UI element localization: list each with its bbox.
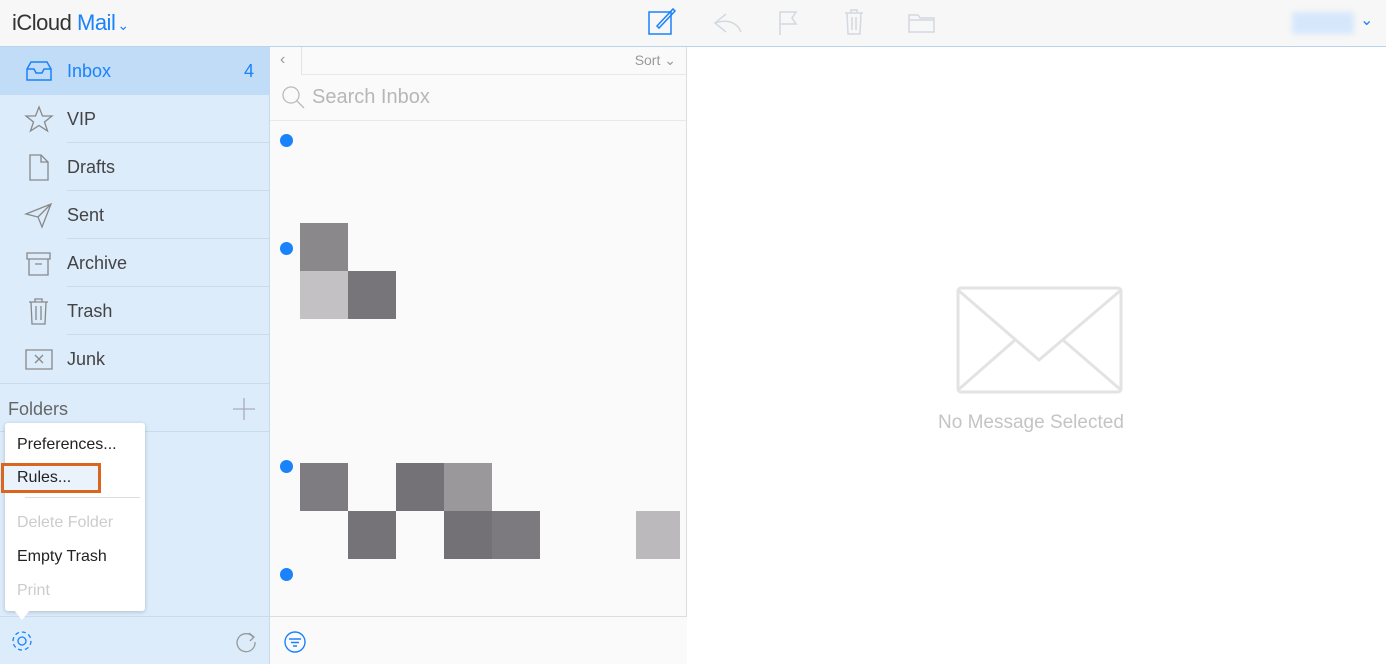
refresh-icon[interactable]	[234, 629, 258, 653]
sidebar-item-junk[interactable]: Junk	[0, 335, 270, 383]
document-icon	[29, 154, 49, 181]
search-icon	[282, 86, 305, 109]
menu-item-print: Print	[17, 582, 50, 599]
message-list: ‹ Sort ⌄	[270, 47, 687, 664]
unread-dot	[280, 134, 293, 147]
unread-dot	[280, 568, 293, 581]
sidebar-item-trash[interactable]: Trash	[0, 287, 270, 335]
add-folder-icon[interactable]	[232, 397, 256, 421]
trash-icon	[29, 298, 48, 325]
collapse-chevron-icon[interactable]: ‹	[280, 51, 285, 69]
folders-heading: Folders	[8, 399, 69, 419]
unread-dot	[280, 242, 293, 255]
flag-icon[interactable]	[776, 9, 800, 37]
no-message-selected: No Message Selected	[938, 412, 1124, 433]
filter-icon[interactable]	[283, 630, 307, 654]
sort-button[interactable]: Sort ⌄	[635, 52, 676, 69]
unread-dot	[280, 460, 293, 473]
menu-item-delete-folder: Delete Folder	[17, 514, 114, 531]
chevron-down-icon[interactable]: ⌄	[1360, 10, 1373, 30]
unread-count: 4	[243, 60, 254, 81]
sidebar-item-archive[interactable]: Archive	[0, 239, 270, 287]
archive-icon	[26, 252, 51, 276]
settings-menu: Preferences... Delete Folder Empty Trash…	[5, 423, 145, 611]
search-input[interactable]: Search Inbox	[312, 86, 430, 109]
sidebar-item-sent[interactable]: Sent	[0, 191, 270, 239]
menu-item-empty-trash[interactable]: Empty Trash	[17, 548, 107, 566]
sidebar-item-drafts[interactable]: Drafts	[0, 143, 270, 191]
reply-icon[interactable]	[712, 10, 744, 36]
app-title[interactable]: iCloud Mail ⌄	[12, 10, 129, 36]
menu-item-preferences[interactable]: Preferences...	[17, 436, 117, 454]
folder-icon[interactable]	[907, 11, 937, 35]
chevron-down-icon: ⌄	[117, 17, 129, 33]
inbox-icon	[26, 61, 52, 81]
gear-icon[interactable]	[9, 628, 35, 654]
compose-icon[interactable]	[647, 6, 677, 36]
menu-pointer	[14, 610, 30, 620]
paper-plane-icon	[24, 202, 53, 229]
star-icon	[24, 105, 54, 133]
sidebar-item-vip[interactable]: VIP	[0, 95, 270, 143]
sidebar-item-inbox[interactable]: Inbox 4	[0, 47, 270, 95]
list-footer	[270, 616, 687, 664]
trash-icon[interactable]	[843, 8, 865, 36]
junk-icon	[25, 349, 53, 370]
account-name-blurred[interactable]	[1292, 12, 1354, 34]
top-toolbar: iCloud Mail ⌄ ⌄	[0, 0, 1386, 47]
menu-item-rules[interactable]: Rules...	[1, 463, 101, 493]
envelope-icon	[956, 286, 1123, 394]
